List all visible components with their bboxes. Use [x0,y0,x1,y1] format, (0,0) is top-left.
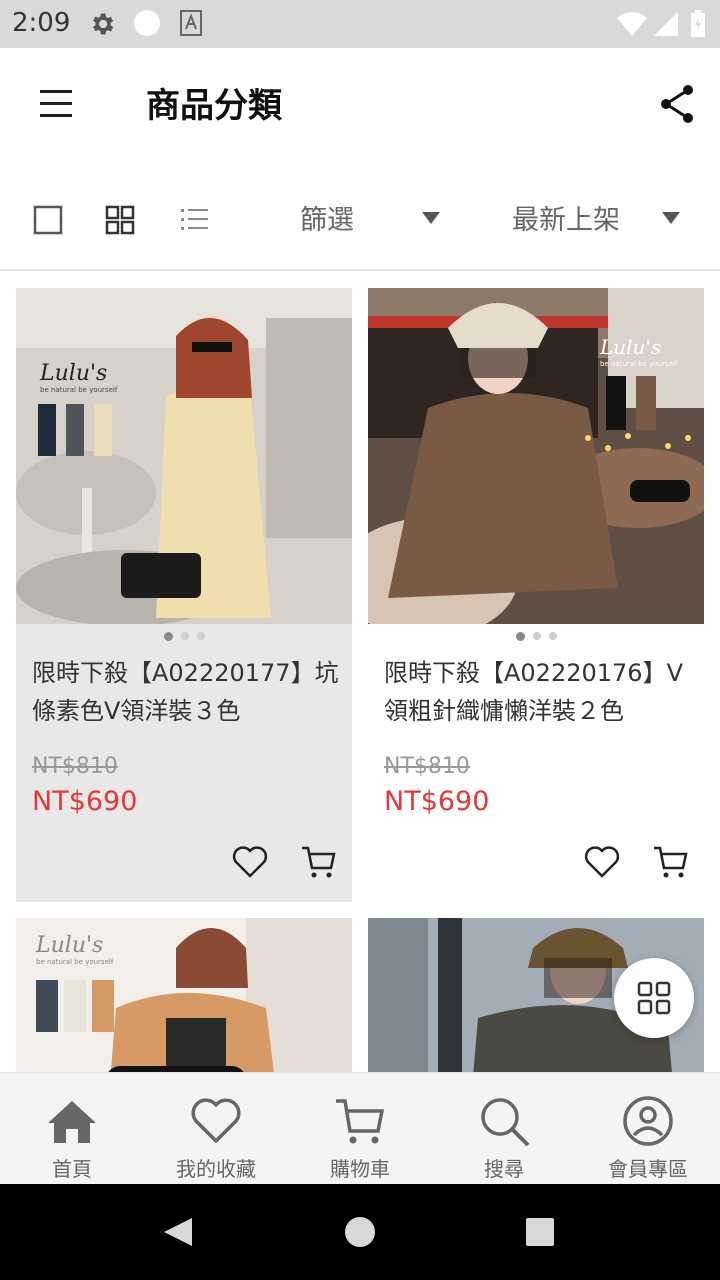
keyboard-icon [180,10,202,36]
page-title: 商品分類 [146,86,282,126]
sale-price: NT$690 [384,786,490,817]
image-pager [16,632,352,644]
sort-caret-icon[interactable] [662,212,680,224]
single-view-icon[interactable] [28,200,68,240]
brand-logo: Lulu's [39,361,107,386]
recents-icon[interactable] [522,1214,558,1250]
pager-dot [196,632,205,640]
product-name[interactable]: 限時下殺【A02220176】V領粗針織慵懶洋裝２色 [384,654,704,730]
circle-status-icon [134,10,160,36]
signal-icon [654,12,678,36]
person-icon [623,1096,673,1146]
original-price: NT$810 [384,754,470,779]
list-view-icon[interactable] [174,200,214,240]
product-image[interactable]: Lulu's be natural be yourself [368,288,704,624]
product-card[interactable]: Lulu's be natural be yourself 限時下殺【A0222… [368,288,704,902]
product-name[interactable]: 限時下殺【A02220177】坑條素色V領洋裝３色 [32,654,352,730]
cart-icon [302,846,336,878]
svg-text:be natural be yourself: be natural be yourself [40,386,118,394]
sort-dropdown[interactable]: 最新上架 [512,198,620,237]
share-icon [661,85,693,123]
nav-label: 購物車 [330,1157,390,1181]
pager-dot [163,632,173,641]
nav-item-search[interactable]: 搜尋 [432,1073,576,1185]
svg-text:be natural be yourself: be natural be yourself [600,360,678,368]
sale-price: NT$690 [32,786,138,817]
product-card[interactable]: Lulu's be natural be yourself [16,918,352,1072]
heart-icon [232,846,268,878]
app-bar: 商品分類 [0,48,720,160]
menu-button[interactable] [28,82,84,126]
product-image[interactable]: Lulu's be natural be yourself [16,288,352,624]
filter-caret-icon[interactable] [422,212,440,224]
pager-dot [180,632,189,640]
settings-icon [93,13,114,35]
heart-icon [191,1098,241,1143]
add-to-cart-button[interactable] [298,842,338,882]
image-pager [368,632,704,644]
battery-icon [691,10,705,37]
share-button[interactable] [652,78,704,130]
pager-dot [532,632,541,640]
view-toolbar: 篩選 最新上架 [0,176,720,256]
original-price: NT$810 [32,754,118,779]
brand-logo: Lulu's [35,933,103,958]
pager-dot [515,632,525,641]
nav-item-favorites[interactable]: 我的收藏 [144,1073,288,1185]
system-navigation-bar [0,1184,720,1280]
add-to-cart-button[interactable] [650,842,690,882]
brand-logo: Lulu's [599,335,661,359]
nav-label: 會員專區 [608,1157,688,1181]
heart-icon [584,846,620,878]
hamburger-icon [40,90,72,117]
status-time: 2:09 [12,8,71,38]
favorite-button[interactable] [582,842,622,882]
nav-label: 首頁 [52,1157,92,1181]
nav-item-home[interactable]: 首頁 [0,1073,144,1185]
grid-icon [637,981,671,1015]
grid-view-icon[interactable] [100,200,140,240]
pager-dot [548,632,557,640]
product-card[interactable]: Lulu's be natural be yourself 限時下殺【A0222… [16,288,352,902]
category-grid-fab[interactable] [614,958,694,1038]
home-button-icon[interactable] [342,1214,378,1250]
toolbar-divider [0,269,720,271]
back-icon[interactable] [160,1214,196,1250]
status-bar: 2:09 [0,0,720,48]
nav-item-member[interactable]: 會員專區 [576,1073,720,1185]
nav-item-cart[interactable]: 購物車 [288,1073,432,1185]
cart-icon [654,846,688,878]
search-icon [481,1098,530,1147]
wifi-icon [617,12,647,37]
svg-text:be natural be yourself: be natural be yourself [36,958,114,966]
filter-dropdown[interactable]: 篩選 [300,198,354,237]
cart-icon [336,1099,385,1144]
bottom-navigation: 首頁 我的收藏 購物車 搜尋 會員專區 [0,1072,720,1184]
product-image[interactable]: Lulu's be natural be yourself [16,918,352,1072]
nav-label: 搜尋 [484,1157,524,1181]
home-icon [48,1101,96,1143]
nav-label: 我的收藏 [176,1157,256,1181]
favorite-button[interactable] [230,842,270,882]
